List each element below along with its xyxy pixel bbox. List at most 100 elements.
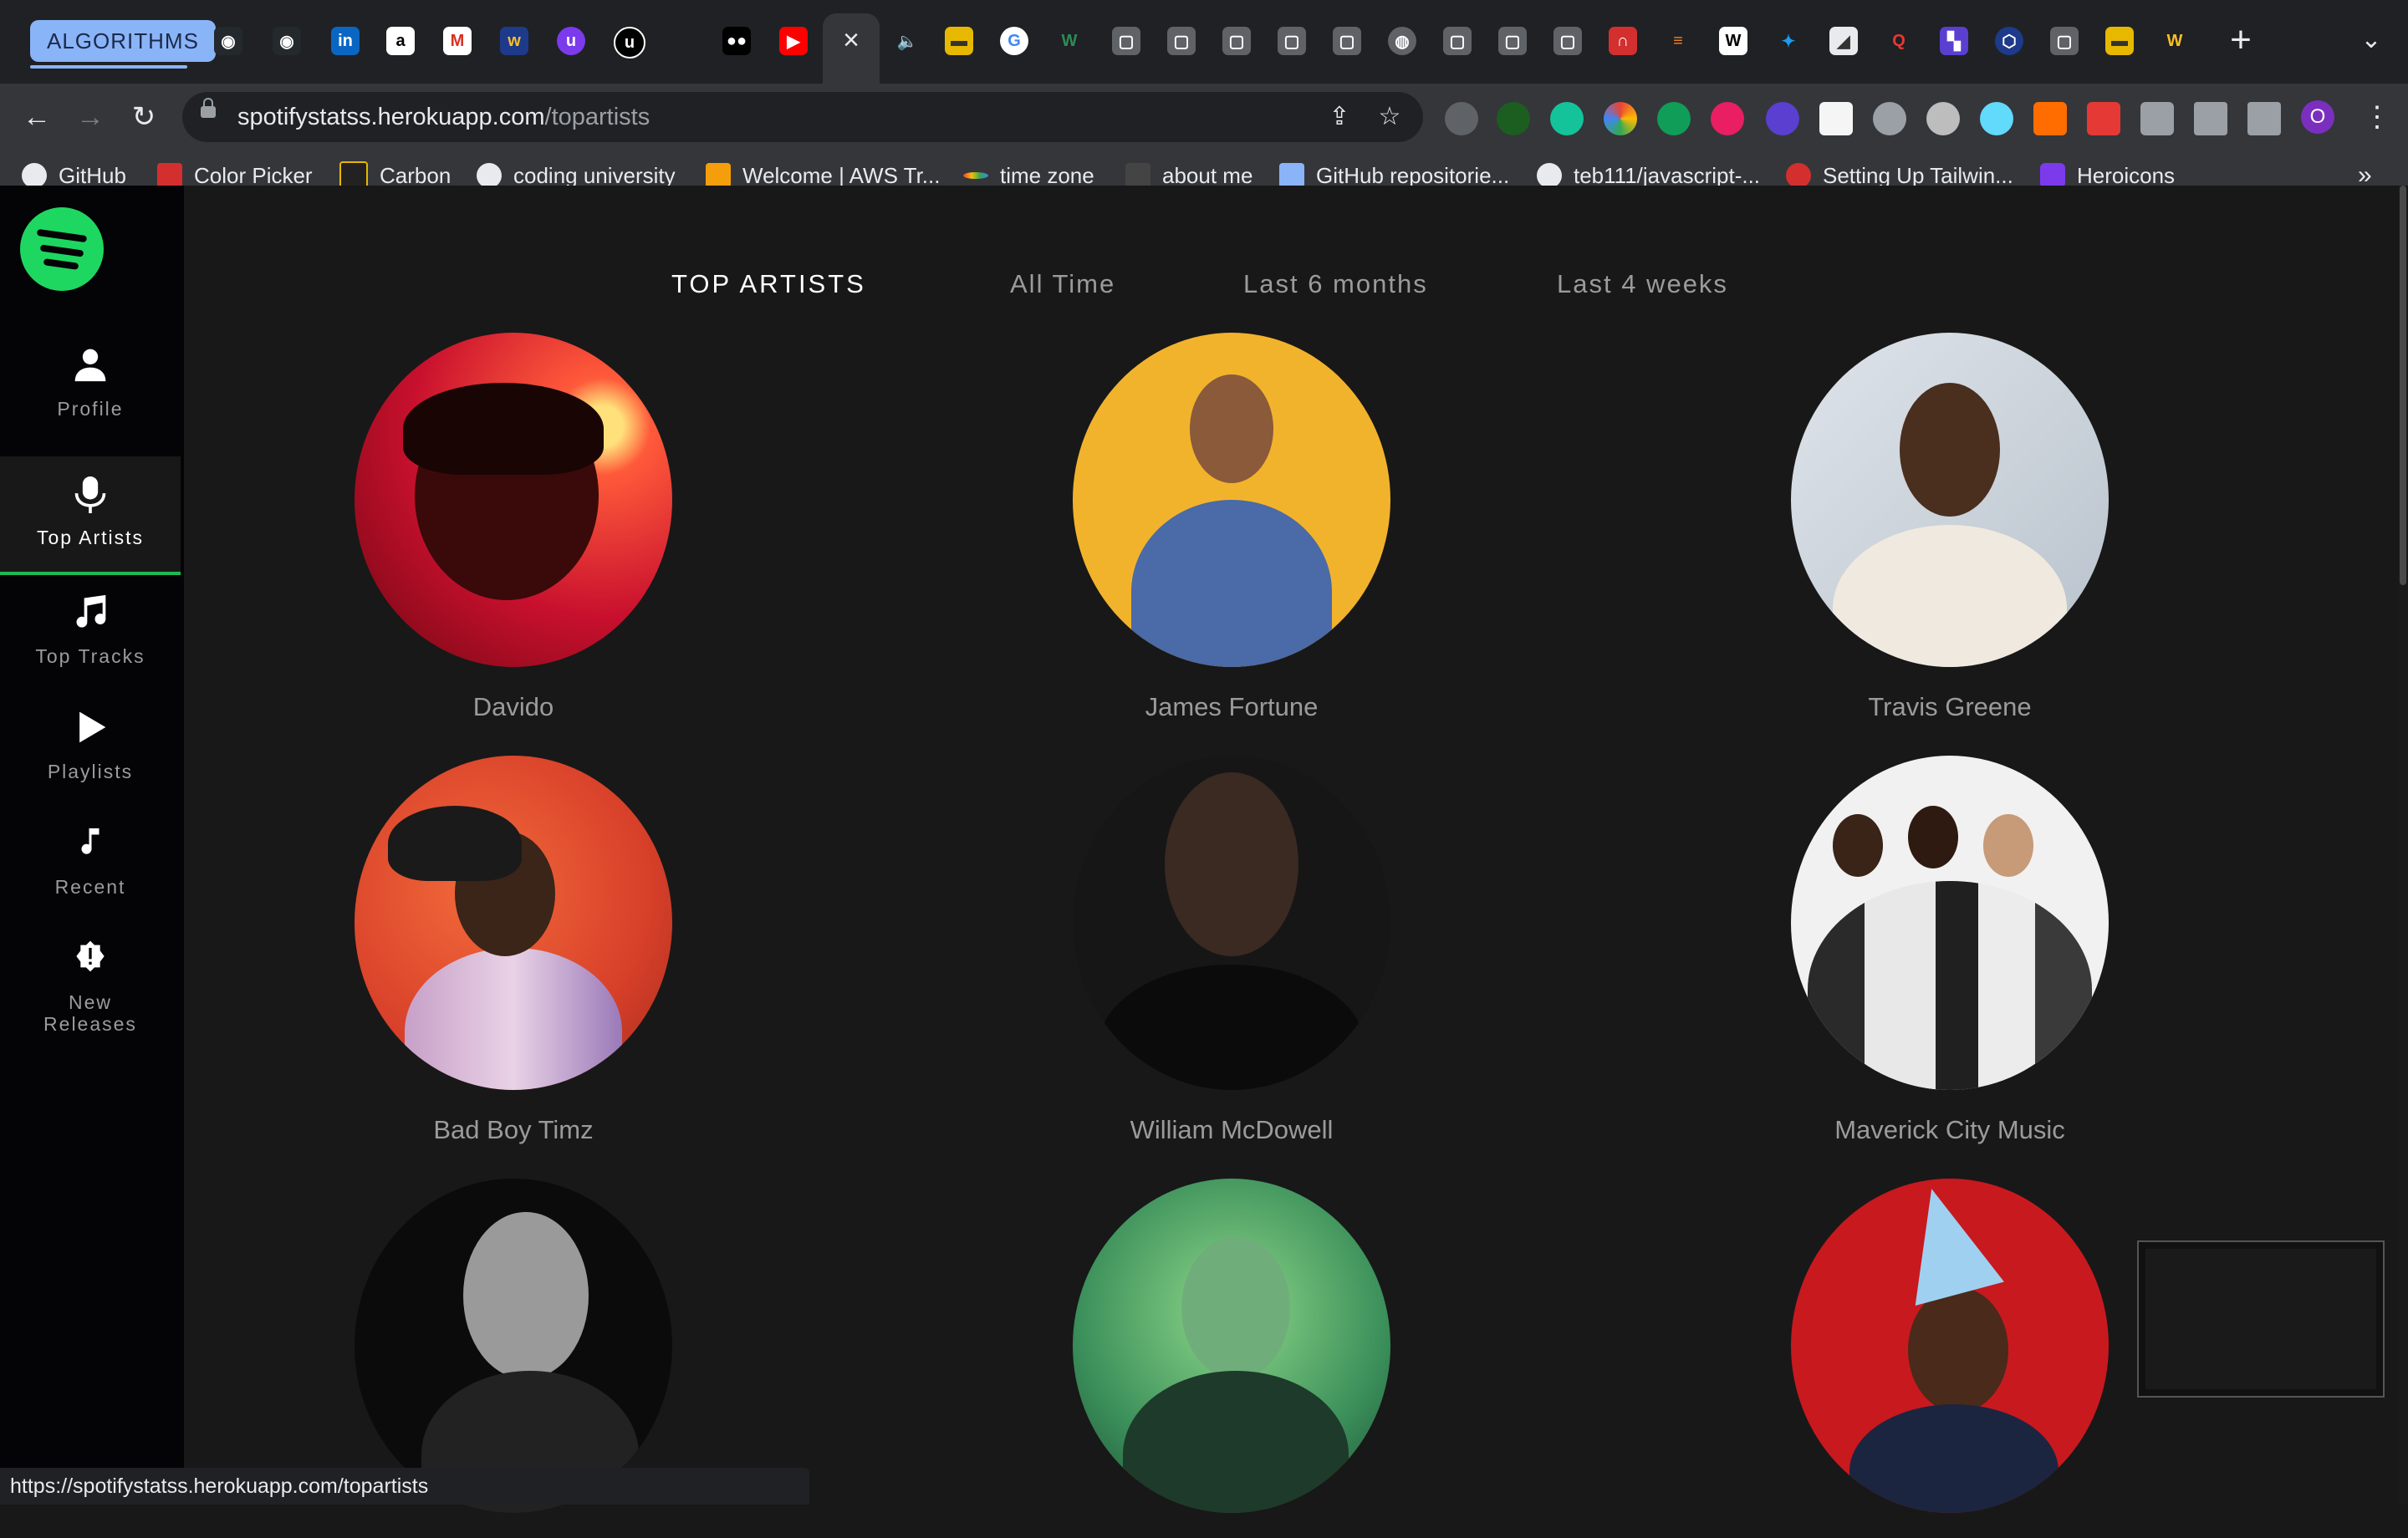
extension-icon[interactable] [2033,102,2067,135]
music-note-icon [0,593,181,639]
close-tab-icon[interactable]: × [836,25,866,55]
tab-icon[interactable]: ∩ [1609,27,1637,55]
artist-card[interactable]: Bad Boy Timz [355,756,672,1145]
tab-icon[interactable]: W [1055,27,1084,55]
lock-tab-icon[interactable]: ▢ [1222,27,1251,55]
lock-tab-icon[interactable]: ▢ [1167,27,1196,55]
artist-avatar[interactable] [1073,756,1390,1090]
tab-icon[interactable]: ⬡ [1995,27,2023,55]
extension-icon[interactable] [1711,102,1744,135]
stackoverflow-tab-icon[interactable]: ≡ [1664,27,1692,55]
lock-tab-icon[interactable]: ▢ [1553,27,1582,55]
artist-avatar[interactable] [355,333,672,667]
spotify-logo[interactable] [20,207,104,291]
sidepanel-icon[interactable] [2247,102,2281,135]
artist-card[interactable]: Davido [355,333,672,722]
google-tab-icon[interactable]: G [1000,27,1028,55]
profile-avatar[interactable]: O [2301,100,2334,134]
youtube-tab-icon[interactable]: ▶ [779,27,808,55]
lock-tab-icon[interactable]: ▢ [1333,27,1361,55]
tab-last-6-months[interactable]: Last 6 months [1243,269,1428,299]
artist-card[interactable]: William McDowell [1073,756,1390,1145]
artist-avatar[interactable] [1791,1179,2109,1513]
tab-icon[interactable]: Q [1885,27,1913,55]
artist-avatar[interactable] [1791,333,2109,667]
tab-icon[interactable]: ▬ [945,27,973,55]
webflow-tab-icon[interactable]: W [2161,27,2189,55]
extension-icon[interactable] [1926,102,1960,135]
artist-avatar[interactable] [355,756,672,1090]
lock-tab-icon[interactable]: ▢ [1498,27,1527,55]
scrollbar-thumb[interactable] [2400,186,2406,585]
react-devtools-icon[interactable] [1980,102,2013,135]
github-tab-icon[interactable]: ◉ [273,27,301,55]
globe-tab-icon[interactable]: ◍ [1388,27,1416,55]
extension-icon[interactable] [1819,102,1853,135]
artist-card[interactable] [1791,1179,2109,1538]
pip-preview [2145,1249,2376,1389]
amazon-tab-icon[interactable]: a [386,27,415,55]
sidebar-item-new-releases[interactable]: New Releases [0,921,181,1047]
tab-all-time[interactable]: All Time [1010,269,1115,299]
bookmark-label: GitHub repositorie... [1316,162,1510,188]
artist-head [1181,1237,1290,1379]
artist-head [1833,814,1883,877]
twitter-tab-icon[interactable]: ✦ [1774,27,1803,55]
wikipedia-tab-icon[interactable]: W [1719,27,1747,55]
artist-avatar[interactable] [1791,756,2109,1090]
sidebar-item-recent[interactable]: Recent [0,806,181,921]
sidebar-item-top-artists[interactable]: Top Artists [0,456,181,575]
linkedin-tab-icon[interactable]: in [331,27,360,55]
medium-tab-icon[interactable]: ●● [722,27,751,55]
artist-card[interactable]: Travis Greene [1791,333,2109,722]
udemy-tab-icon[interactable]: u [557,27,585,55]
github-repo-icon [1279,163,1304,188]
alert-badge-icon [0,940,181,982]
menu-icon[interactable]: ⋮ [2363,99,2391,135]
sidebar-item-profile[interactable]: Profile [0,328,181,443]
address-bar[interactable]: spotifystatss.herokuapp.com/topartists ⇪… [182,92,1423,142]
artist-card[interactable]: James Fortune [1073,333,1390,722]
extension-icon[interactable] [2087,102,2120,135]
tab-icon[interactable]: ▬ [2105,27,2134,55]
tab-icon[interactable]: ▚ [1940,27,1968,55]
gmail-tab-icon[interactable]: M [443,27,472,55]
new-tab-icon[interactable]: + [2224,22,2258,59]
extension-icon[interactable] [1873,102,1906,135]
webflow-tab-icon[interactable]: w [500,27,528,55]
tab-icon[interactable]: ◢ [1829,27,1858,55]
udemy-tab-icon[interactable]: u [614,27,645,59]
color-extension-icon[interactable] [1604,102,1637,135]
artist-card[interactable]: Maverick City Music [1791,756,2109,1145]
sidebar-item-top-tracks[interactable]: Top Tracks [0,575,181,690]
artist-avatar[interactable] [355,1179,672,1513]
artist-avatar[interactable] [1073,1179,1390,1513]
artist-avatar[interactable] [1073,333,1390,667]
reload-icon[interactable]: ↻ [124,97,164,137]
artist-card[interactable] [1073,1179,1390,1538]
artist-name: Bad Boy Timz [433,1115,594,1144]
extension-icon[interactable] [1766,102,1799,135]
speaker-icon[interactable]: 🔈 [893,27,921,55]
js-plus-extension-icon[interactable] [1497,102,1530,135]
github-tab-icon[interactable]: ◉ [214,27,242,55]
back-icon[interactable]: ← [17,97,57,137]
lock-tab-icon[interactable]: ▢ [2050,27,2079,55]
extension-icon[interactable] [1445,102,1478,135]
lock-tab-icon[interactable]: ▢ [1112,27,1140,55]
extension-icon[interactable] [1657,102,1691,135]
tab-group-algorithms[interactable]: ALGORITHMS [30,20,216,62]
lock-tab-icon[interactable]: ▢ [1443,27,1472,55]
lock-tab-icon[interactable]: ▢ [1278,27,1306,55]
puzzle-icon[interactable] [2140,102,2174,135]
star-icon[interactable]: ☆ [1373,100,1406,134]
share-icon[interactable]: ⇪ [1323,100,1356,134]
url-text[interactable]: spotifystatss.herokuapp.com/topartists [237,92,650,142]
chevron-down-icon[interactable]: ⌄ [2356,25,2386,55]
picture-in-picture-window[interactable] [2137,1240,2385,1398]
tab-last-4-weeks[interactable]: Last 4 weeks [1557,269,1728,299]
grammarly-icon[interactable] [1550,102,1584,135]
forward-icon[interactable]: → [70,97,110,137]
media-icon[interactable] [2194,102,2227,135]
sidebar-item-playlists[interactable]: Playlists [0,690,181,806]
